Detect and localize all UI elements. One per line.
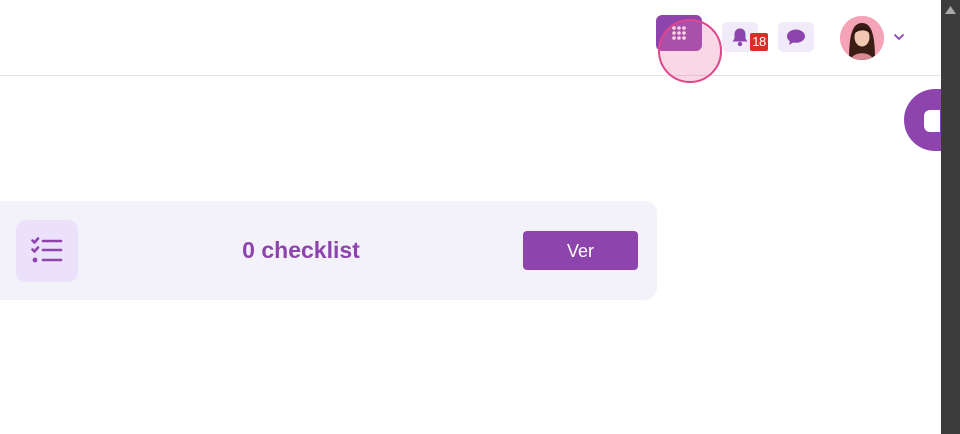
checklist-count: 0 checklist <box>242 237 360 263</box>
view-button[interactable]: Ver <box>523 231 638 270</box>
notification-count-badge: 18 <box>750 33 768 51</box>
scrollbar[interactable] <box>941 0 960 434</box>
bell-icon <box>732 28 748 47</box>
scroll-up-arrow-icon[interactable] <box>944 5 957 15</box>
checklist-icon <box>31 237 63 263</box>
side-tab-icon <box>924 110 940 132</box>
avatar-image <box>840 16 884 60</box>
apps-menu-button[interactable] <box>656 15 702 51</box>
chat-bubble-icon <box>787 29 805 45</box>
user-avatar[interactable] <box>840 16 884 60</box>
messages-button[interactable] <box>778 22 814 52</box>
grid-dots-icon <box>672 26 686 40</box>
checklist-icon-container <box>16 220 78 282</box>
chevron-down-icon[interactable] <box>892 30 906 44</box>
